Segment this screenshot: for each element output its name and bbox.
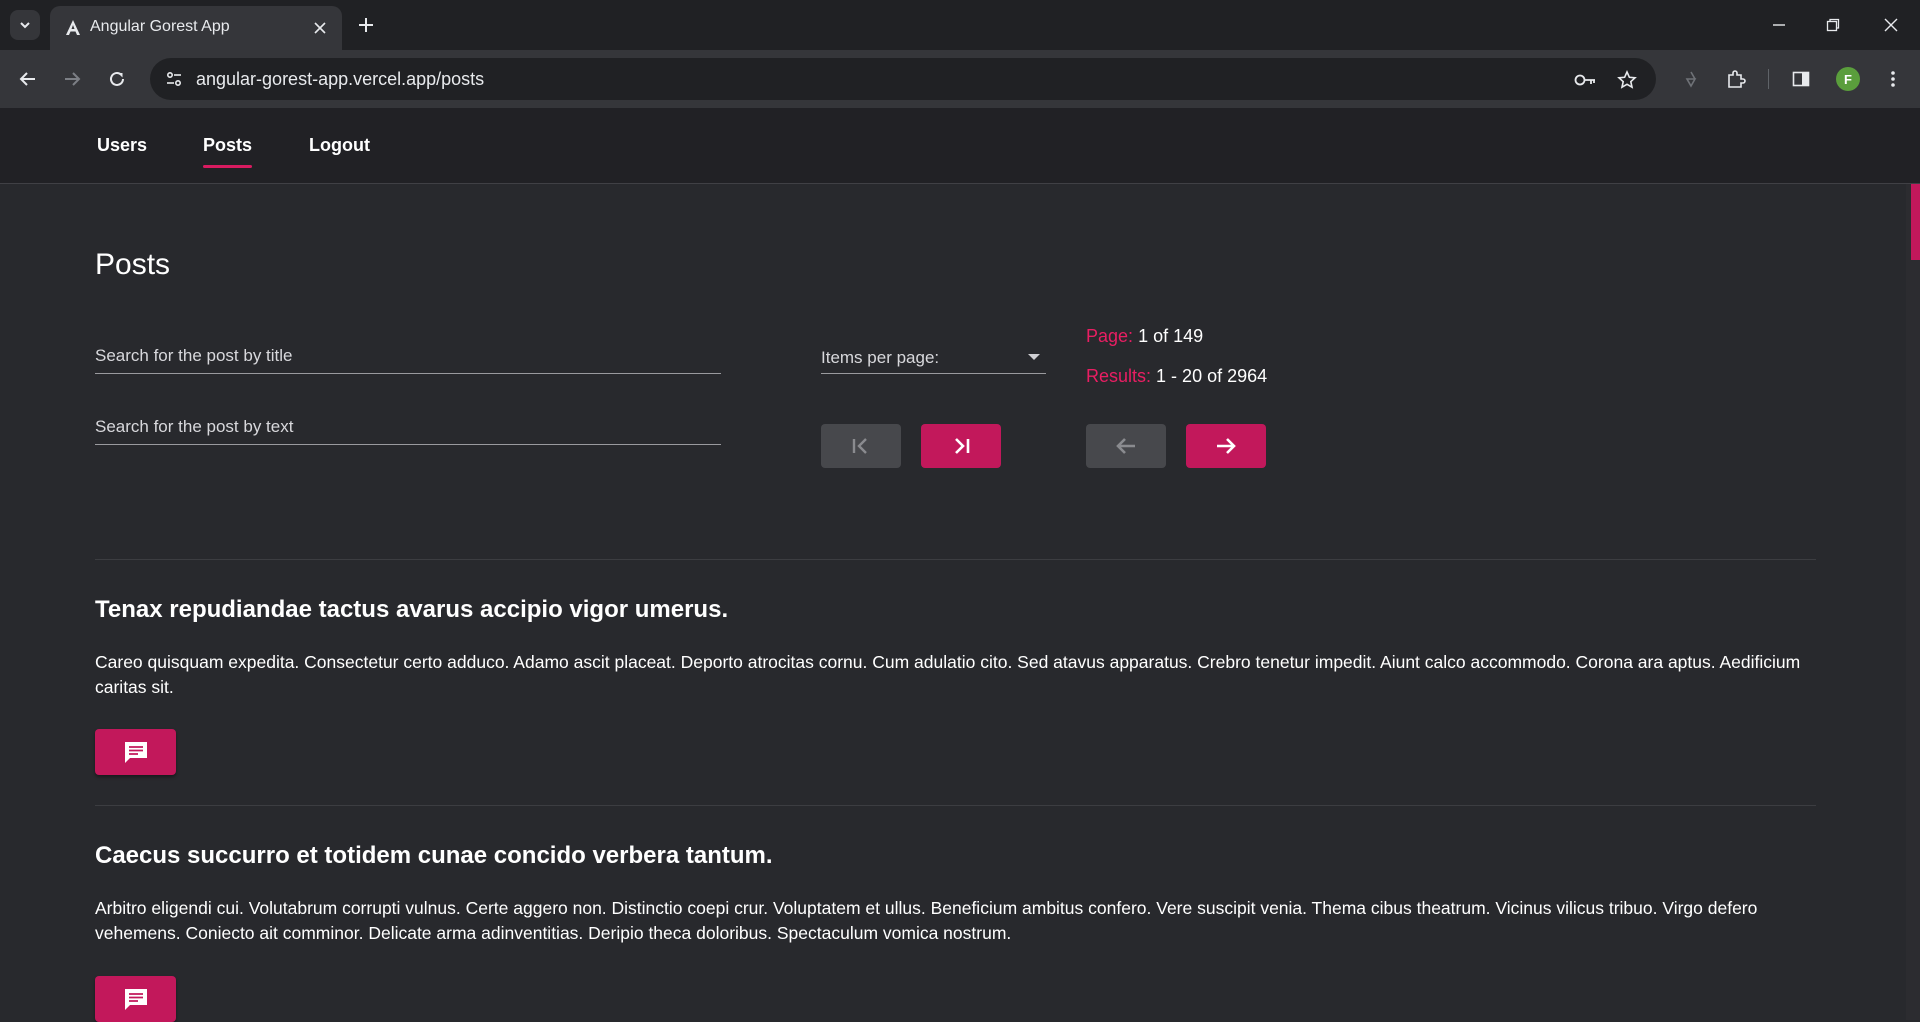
last-page-icon: [955, 438, 970, 454]
post-divider: [95, 805, 1816, 806]
browser-tab[interactable]: Angular Gorest App: [50, 6, 342, 50]
reload-button[interactable]: [101, 63, 133, 95]
tune-icon: [166, 71, 182, 87]
nav-posts[interactable]: Posts: [203, 135, 253, 168]
post-title: Tenax repudiandae tactus avarus accipio …: [95, 596, 729, 623]
side-panel-button[interactable]: [1785, 63, 1817, 95]
url-text: angular-gorest-app.vercel.app/posts: [196, 69, 485, 89]
close-window-button[interactable]: [1871, 10, 1911, 40]
comments-button[interactable]: [95, 729, 176, 775]
comment-icon: [124, 989, 147, 1010]
back-button[interactable]: [12, 63, 44, 95]
tab-title: Angular Gorest App: [90, 18, 230, 35]
post-body: Careo quisquam expedita. Consectetur cer…: [95, 652, 1801, 697]
tab-close-button[interactable]: [310, 18, 330, 38]
post-divider: [95, 559, 1816, 560]
first-page-button[interactable]: [821, 424, 901, 468]
tab-search-button[interactable]: [10, 10, 40, 40]
new-tab-button[interactable]: [353, 12, 379, 38]
close-icon: [314, 22, 326, 34]
page-title: Posts: [95, 248, 171, 281]
restore-button[interactable]: [1813, 10, 1853, 40]
results-info: Results: 1 - 20 of 2964: [1086, 366, 1267, 387]
arrow-right-icon: [1217, 438, 1236, 454]
browser-menu-button[interactable]: [1877, 63, 1909, 95]
page-info-key: Page:: [1086, 326, 1134, 346]
address-bar[interactable]: angular-gorest-app.vercel.app/posts: [150, 58, 1656, 100]
key-icon: [1574, 74, 1595, 86]
page-scrollbar[interactable]: [1906, 184, 1920, 1020]
nav-logout[interactable]: Logout: [309, 135, 370, 156]
angular-logo-icon: [66, 20, 80, 35]
arrow-right-icon: [65, 72, 81, 86]
results-info-value: 1 - 20 of 2964: [1156, 366, 1268, 386]
extension-recycle-button[interactable]: [1675, 63, 1707, 95]
text-search-input[interactable]: [95, 409, 721, 444]
reload-icon: [110, 71, 124, 86]
title-search-field: [95, 338, 721, 374]
active-tab-indicator: [203, 165, 253, 168]
extensions-button[interactable]: [1720, 63, 1752, 95]
results-info-key: Results:: [1086, 366, 1152, 386]
side-panel-icon: [1792, 71, 1810, 87]
nav-posts-label: Posts: [203, 135, 253, 155]
bookmark-button[interactable]: [1614, 67, 1640, 93]
star-icon: [1617, 70, 1637, 89]
items-per-page-label: Items per page:: [821, 348, 940, 367]
restore-icon: [1826, 18, 1840, 32]
password-key-button[interactable]: [1572, 67, 1598, 93]
comment-icon: [124, 742, 147, 763]
scrollbar-thumb[interactable]: [1911, 184, 1920, 260]
page-info: Page: 1 of 149: [1086, 326, 1203, 347]
page-info-value: 1 of 149: [1138, 326, 1204, 346]
first-page-icon: [852, 438, 867, 454]
app-nav: Users Posts Logout: [0, 108, 1920, 184]
post-title: Caecus succurro et totidem cunae concido…: [95, 842, 773, 869]
recycle-icon: [1685, 71, 1697, 88]
forward-button[interactable]: [56, 63, 88, 95]
plus-icon: [359, 18, 373, 32]
last-page-button[interactable]: [921, 424, 1001, 468]
more-vert-icon: [1891, 71, 1895, 87]
title-search-input[interactable]: [95, 338, 721, 373]
post-body: Arbitro eligendi cui. Volutabrum corrupt…: [95, 898, 1758, 943]
browser-toolbar: angular-gorest-app.vercel.app/posts: [0, 50, 1920, 108]
comments-button[interactable]: [95, 976, 176, 1022]
arrow-left-icon: [19, 72, 35, 86]
site-info-button[interactable]: [160, 65, 188, 93]
previous-page-button[interactable]: [1086, 424, 1166, 468]
text-search-field: [95, 409, 721, 445]
dropdown-arrow-icon: [1028, 354, 1040, 360]
close-icon: [1884, 18, 1898, 32]
browser-tab-bar: Angular Gorest App: [0, 0, 1920, 50]
main-content: Posts Items per page: Page: 1 of 149 Res…: [0, 184, 1906, 1022]
arrow-left-icon: [1116, 438, 1135, 454]
toolbar-separator: [1768, 69, 1769, 89]
profile-avatar[interactable]: F: [1836, 67, 1860, 91]
chevron-down-icon: [20, 22, 30, 29]
puzzle-icon: [1728, 70, 1746, 88]
minimize-button[interactable]: [1759, 10, 1799, 40]
items-per-page-select[interactable]: Items per page:: [821, 338, 1046, 374]
next-page-button[interactable]: [1186, 424, 1266, 468]
minimize-icon: [1773, 24, 1785, 26]
nav-users[interactable]: Users: [97, 135, 147, 156]
